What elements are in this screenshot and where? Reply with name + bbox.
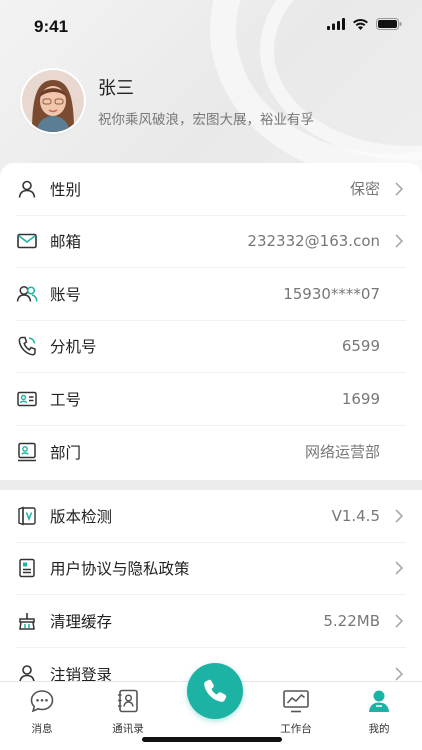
- row-value: 6599: [341, 337, 380, 356]
- row-label: 用户协议与隐私政策: [50, 560, 190, 579]
- info-row-email[interactable]: 邮箱 232332@163.con: [16, 216, 406, 268]
- avatar-portrait-icon: [22, 70, 84, 132]
- broom-icon: [16, 610, 38, 632]
- info-row-department: 部门 网络运营部: [16, 426, 406, 479]
- home-indicator: [142, 737, 282, 742]
- status-time: 9:41: [34, 17, 69, 36]
- document-icon: [16, 557, 38, 579]
- chevron-right-icon: [395, 667, 404, 681]
- row-value: V1.4.5: [331, 506, 380, 525]
- row-label: 部门: [50, 443, 82, 462]
- row-label: 账号: [50, 285, 82, 304]
- row-value: 232332@163.con: [247, 232, 380, 251]
- monitor-icon: [283, 690, 309, 713]
- row-value: 5.22MB: [323, 611, 380, 630]
- settings-card: 版本检测 V1.4.5 用户协议与隐私政策 清理缓存 5.22MB 注销登录: [0, 490, 422, 685]
- info-row-employee-id: 工号 1699: [16, 373, 406, 426]
- tab-contacts[interactable]: 通讯录: [98, 688, 158, 736]
- contacts-icon: [118, 689, 138, 713]
- row-value: 保密: [349, 180, 380, 199]
- tab-messages[interactable]: 消息: [12, 688, 72, 736]
- row-value: 15930****07: [283, 284, 380, 303]
- version-icon: [16, 505, 38, 527]
- cellular-signal-icon: [327, 18, 345, 30]
- row-label: 工号: [50, 390, 82, 409]
- settings-row-agreement[interactable]: 用户协议与隐私政策: [16, 543, 406, 595]
- info-row-account: 账号 15930****07: [16, 268, 406, 321]
- call-button[interactable]: [187, 663, 243, 719]
- chevron-right-icon: [395, 182, 404, 196]
- phone-icon: [16, 335, 38, 357]
- row-label: 性别: [50, 180, 82, 199]
- row-label: 版本检测: [50, 507, 113, 526]
- tab-label: 我的: [368, 723, 390, 735]
- row-value: 网络运营部: [304, 443, 380, 462]
- tab-mine[interactable]: 我的: [349, 688, 409, 736]
- chevron-right-icon: [395, 561, 404, 575]
- tab-label: 通讯录: [112, 723, 144, 735]
- id-card-icon: [16, 388, 38, 410]
- chevron-right-icon: [395, 509, 404, 523]
- user-motto: 祝你乘风破浪，宏图大展，裕业有孚: [98, 112, 314, 128]
- status-bar: 9:41: [0, 0, 422, 52]
- users-icon: [16, 283, 38, 305]
- row-label: 清理缓存: [50, 612, 113, 631]
- info-row-gender[interactable]: 性别 保密: [16, 163, 406, 216]
- personal-info-card: 性别 保密 邮箱 232332@163.con 账号 15930****07 分…: [0, 163, 422, 480]
- phone-call-icon: [204, 679, 227, 702]
- battery-icon: [376, 18, 402, 30]
- settings-row-cache[interactable]: 清理缓存 5.22MB: [16, 595, 406, 648]
- chat-icon: [30, 690, 54, 713]
- wifi-icon: [353, 18, 368, 30]
- user-name: 张三: [98, 78, 134, 99]
- tab-label: 工作台: [280, 723, 312, 735]
- user-icon: [369, 690, 389, 712]
- tab-workbench[interactable]: 工作台: [266, 688, 326, 736]
- info-row-extension: 分机号 6599: [16, 321, 406, 373]
- profile-summary[interactable]: 张三 祝你乘风破浪，宏图大展，裕业有孚: [22, 70, 314, 132]
- avatar[interactable]: [22, 70, 84, 132]
- department-icon: [16, 441, 38, 463]
- tab-label: 消息: [31, 723, 53, 735]
- mail-icon: [16, 230, 38, 252]
- row-label: 分机号: [50, 338, 97, 357]
- row-value: 1699: [341, 389, 380, 408]
- row-label: 邮箱: [50, 233, 82, 252]
- settings-row-version[interactable]: 版本检测 V1.4.5: [16, 490, 406, 543]
- chevron-right-icon: [395, 614, 404, 628]
- person-icon: [16, 178, 38, 200]
- chevron-right-icon: [395, 234, 404, 248]
